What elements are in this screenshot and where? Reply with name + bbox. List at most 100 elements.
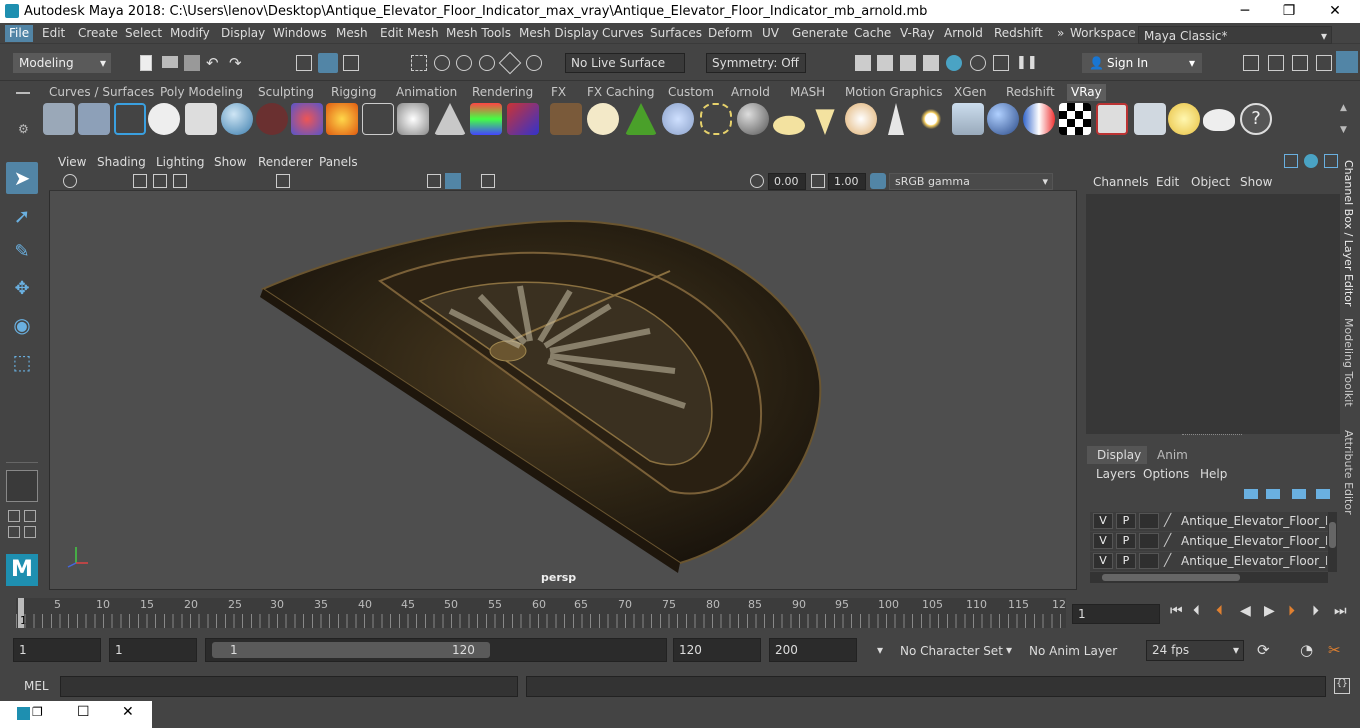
render-view-icon[interactable]	[970, 55, 986, 71]
persp-outliner-layout-icon[interactable]	[24, 510, 36, 522]
vray-scene-export-icon[interactable]	[185, 103, 217, 135]
menu-mesh-display[interactable]: Mesh Display	[519, 25, 599, 42]
undo-icon[interactable]: ↶	[206, 54, 222, 72]
textured-icon[interactable]	[481, 174, 495, 188]
shelf-tab-motion-graphics[interactable]: Motion Graphics	[845, 84, 943, 101]
menu-edit-mesh[interactable]: Edit Mesh	[380, 25, 439, 42]
menu-modify[interactable]: Modify	[170, 25, 210, 42]
range-slider-bar-fill[interactable]	[212, 642, 490, 658]
menu-generate[interactable]: Generate	[792, 25, 848, 42]
attribute-editor-icon[interactable]	[1268, 55, 1284, 71]
new-layer-selected-icon[interactable]	[1316, 489, 1330, 499]
vray-ies-light-icon[interactable]	[888, 103, 904, 135]
layer-tab-anim[interactable]: Anim	[1157, 446, 1188, 464]
vray-camera-icon[interactable]	[256, 103, 288, 135]
panel-toggle-icon[interactable]	[1336, 51, 1358, 73]
ipr-render-icon[interactable]	[900, 55, 916, 71]
snap-view-icon[interactable]	[479, 55, 495, 71]
vp-menu-panels[interactable]: Panels	[319, 155, 358, 169]
four-view-layout-icon[interactable]	[8, 510, 20, 522]
vray-sphere-fade-icon[interactable]	[397, 103, 429, 135]
vray-render-settings-icon[interactable]	[43, 103, 75, 135]
vray-grass-icon[interactable]	[625, 103, 657, 135]
vray-vfb-icon[interactable]	[1096, 103, 1128, 135]
cb-menu-channels[interactable]: Channels	[1093, 175, 1149, 189]
wireframe-icon[interactable]	[427, 174, 441, 188]
select-hierarchy-icon[interactable]	[296, 55, 312, 71]
maximize-button[interactable]: ❐	[1266, 0, 1312, 23]
menu-curves[interactable]: Curves	[602, 25, 644, 42]
shelf-tab-poly-modeling[interactable]: Poly Modeling	[160, 84, 243, 101]
layer-playback-toggle[interactable]: P	[1116, 533, 1136, 549]
vray-flag-icon[interactable]	[1023, 103, 1055, 135]
vp-menu-renderer[interactable]: Renderer	[258, 155, 313, 169]
vray-light-lister-icon[interactable]	[1134, 103, 1166, 135]
go-to-start-icon[interactable]: ⏮	[1170, 603, 1183, 619]
shelf-tab-arnold[interactable]: Arnold	[731, 84, 770, 101]
maximize-icon[interactable]: ☐	[77, 704, 90, 720]
animation-start-field[interactable]: 1	[13, 638, 101, 662]
menu-cache[interactable]: Cache	[854, 25, 891, 42]
menu-windows[interactable]: Windows	[273, 25, 327, 42]
step-forward-key-icon[interactable]: ⏵	[1288, 603, 1295, 619]
vray-material-icon[interactable]	[221, 103, 253, 135]
vray-spline-icon[interactable]	[700, 103, 732, 135]
viewport-3d-scene[interactable]: persp	[50, 191, 1076, 589]
minimize-button[interactable]: ─	[1222, 0, 1268, 23]
play-forwards-icon[interactable]: ▶	[1264, 603, 1275, 619]
vray-batch-render-icon[interactable]	[78, 103, 110, 135]
rotate-tool-icon[interactable]: ◉	[6, 309, 38, 341]
layer-name[interactable]: Antique_Elevator_Floor_Indi	[1181, 534, 1327, 548]
menu-arnold[interactable]: Arnold	[944, 25, 983, 42]
camera-select-icon[interactable]	[63, 174, 77, 188]
range-slider[interactable]: 1 120	[205, 638, 667, 662]
bookmark-icon[interactable]	[153, 174, 167, 188]
step-back-frame-icon[interactable]: ⏴	[1193, 603, 1200, 619]
auto-key-icon[interactable]: ◔	[1300, 641, 1313, 659]
save-scene-icon[interactable]	[184, 55, 200, 71]
mode-dropdown[interactable]: Modeling ▾	[13, 53, 111, 73]
pause-icon[interactable]: ❚❚	[1016, 55, 1038, 71]
layer-row[interactable]: V P ╱ Antique_Elevator_Floor_Indi	[1090, 552, 1328, 571]
shelf-tab-curves-surfaces[interactable]: Curves / Surfaces	[49, 84, 154, 101]
cb-menu-edit[interactable]: Edit	[1156, 175, 1179, 189]
time-ruler[interactable]: 1 5 10 15 20 25 30 35 40 45 50 55 60 65 …	[16, 598, 1066, 628]
workspace-dropdown[interactable]: Maya Classic* ▾	[1138, 26, 1332, 44]
shelf-tab-sculpting[interactable]: Sculpting	[258, 84, 314, 101]
go-to-end-icon[interactable]: ⏭	[1334, 603, 1347, 619]
vray-environment-fog-icon[interactable]	[470, 103, 502, 135]
layer-move-up-icon[interactable]	[1244, 489, 1258, 499]
help-icon[interactable]: ?	[1240, 103, 1272, 135]
exposure-icon[interactable]	[750, 174, 764, 188]
character-set-dropdown[interactable]: ▾ No Character Set	[873, 641, 1003, 661]
layer-vertical-scrollbar[interactable]	[1328, 512, 1337, 572]
symmetry-field[interactable]: Symmetry: Off	[706, 53, 806, 73]
layer-playback-toggle[interactable]: P	[1116, 553, 1136, 569]
color-space-dropdown[interactable]: sRGB gamma ▾	[889, 173, 1053, 190]
attribute-toggle-icon[interactable]	[1304, 154, 1318, 168]
vray-cloud-icon[interactable]	[1203, 109, 1235, 131]
tab-modeling-toolkit[interactable]: Modeling Toolkit	[1342, 318, 1355, 407]
menu-edit[interactable]: Edit	[42, 25, 65, 42]
layer-menu-layers[interactable]: Layers	[1096, 467, 1136, 481]
select-component-icon[interactable]	[343, 55, 359, 71]
playback-start-field[interactable]: 1	[109, 638, 197, 662]
shelf-tab-mash[interactable]: MASH	[790, 84, 825, 101]
vray-rect-light-icon[interactable]	[773, 115, 805, 135]
new-scene-icon[interactable]	[140, 55, 152, 71]
layer-color-swatch[interactable]	[1139, 553, 1159, 569]
live-surface-field[interactable]: No Live Surface	[565, 53, 685, 73]
vray-checker-icon[interactable]	[1059, 103, 1091, 135]
menu-create[interactable]: Create	[78, 25, 118, 42]
render-frame-icon[interactable]	[855, 55, 871, 71]
layer-name[interactable]: Antique_Elevator_Floor_Indi	[1181, 514, 1327, 528]
layer-row[interactable]: V P ╱ Antique_Elevator_Floor_Indi	[1090, 532, 1328, 551]
move-tool-icon[interactable]: ✥	[6, 273, 38, 305]
vray-omni-light-icon[interactable]	[845, 103, 877, 135]
shelf-tab-vray[interactable]: VRay	[1067, 84, 1106, 101]
menu-mesh[interactable]: Mesh	[336, 25, 368, 42]
snap-curve-icon[interactable]	[434, 55, 450, 71]
snap-live-icon[interactable]	[526, 55, 542, 71]
select-tool-icon[interactable]: ➤	[6, 162, 38, 194]
layer-name[interactable]: Antique_Elevator_Floor_Indi	[1181, 554, 1327, 568]
